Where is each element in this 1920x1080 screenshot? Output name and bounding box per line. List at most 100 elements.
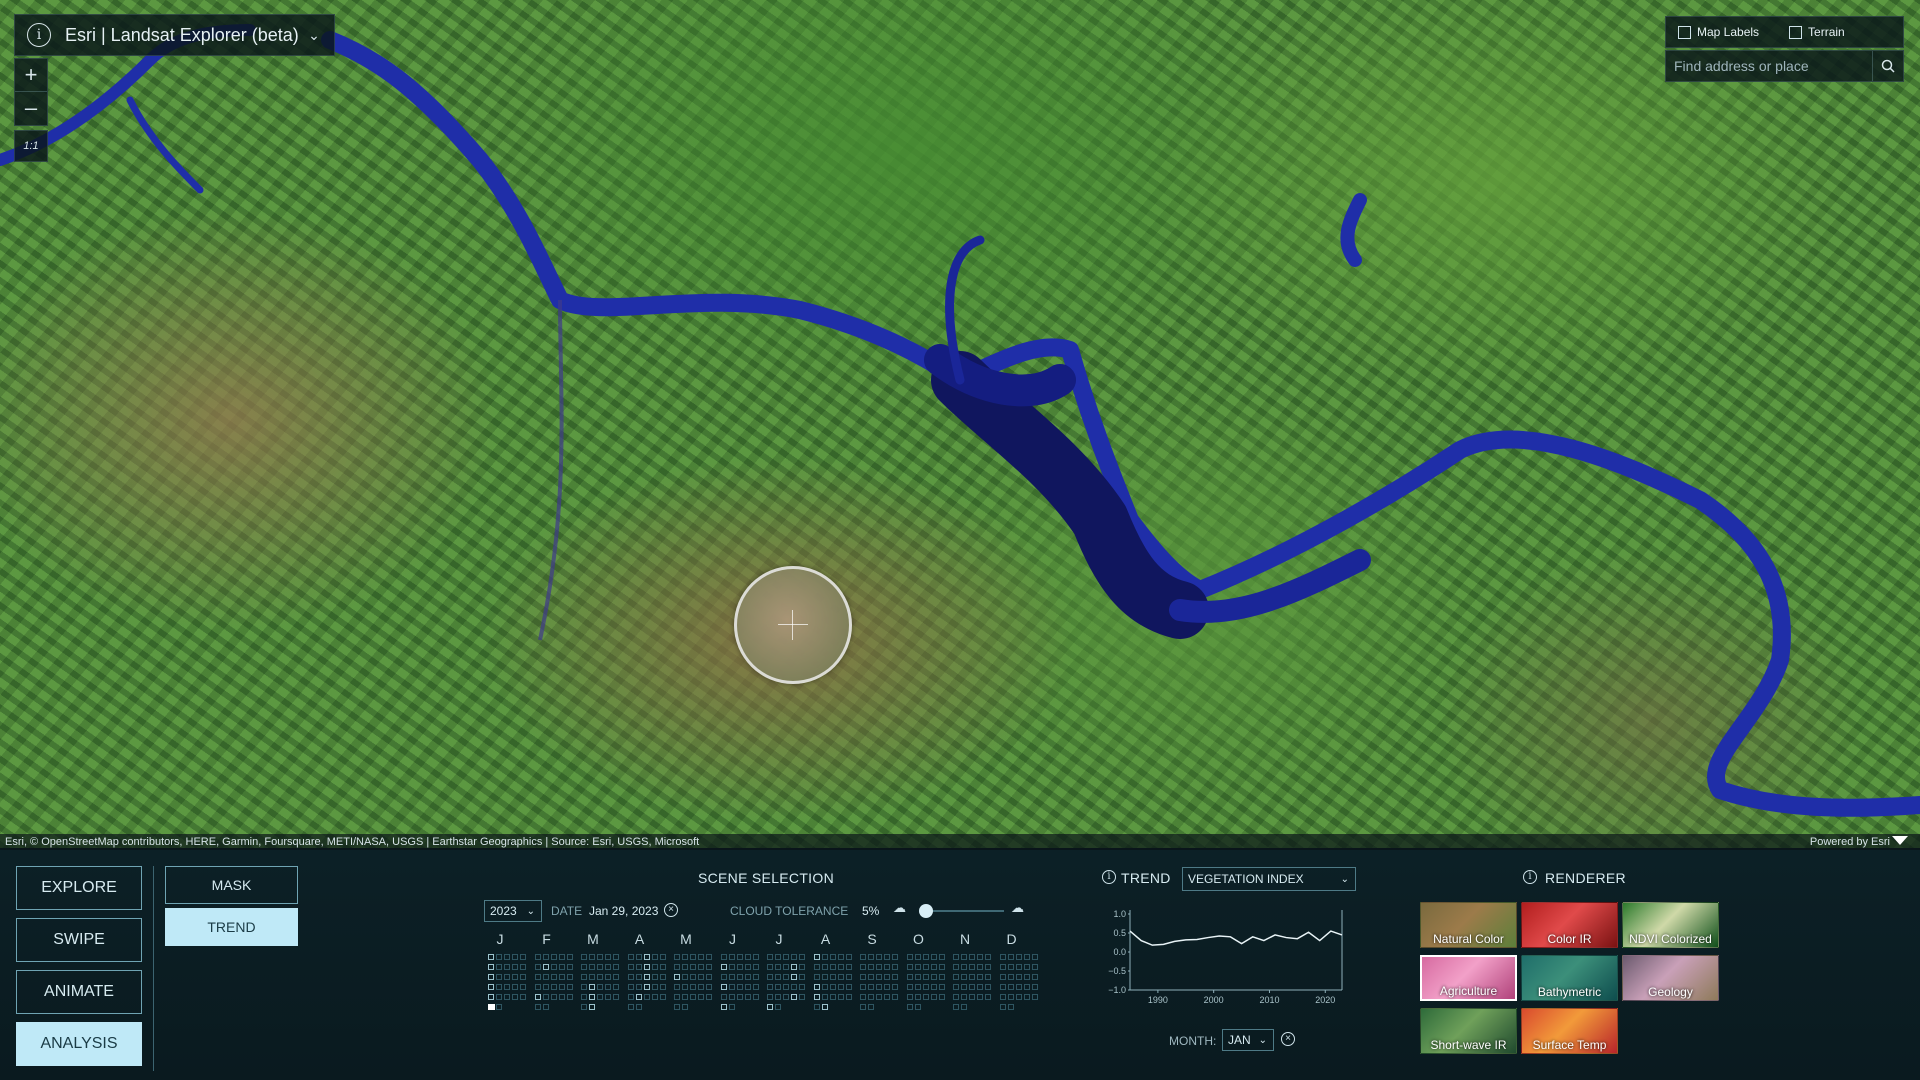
calendar-day-cell[interactable] (488, 954, 494, 960)
calendar-day-cell (534, 954, 541, 960)
cloud-slider-handle[interactable] (919, 904, 933, 918)
calendar-day-cell (659, 964, 666, 970)
calendar-day-cell[interactable] (643, 974, 650, 980)
renderer-thumb-surface-temp[interactable]: Surface Temp (1521, 1008, 1618, 1054)
calendar-day-cell[interactable] (674, 974, 680, 980)
magnifier-lens[interactable] (734, 566, 852, 684)
search-button[interactable] (1872, 51, 1903, 81)
map-view[interactable]: i Esri | Landsat Explorer (beta) ⌄ + – 1… (0, 0, 1920, 848)
calendar-day-cell (581, 964, 587, 970)
calendar-day-cell[interactable] (813, 984, 820, 990)
mask-tool-button[interactable]: MASK (165, 866, 298, 904)
calendar-day-cell[interactable] (534, 994, 541, 1000)
calendar-day-cell (961, 1004, 967, 1010)
search-input[interactable]: Find address or place (1666, 58, 1872, 74)
calendar-day-cell[interactable] (643, 964, 650, 970)
calendar-day-cell[interactable] (720, 1004, 727, 1010)
trend-index-select[interactable]: VEGETATION INDEX ⌄ (1182, 867, 1356, 891)
calendar-day-cell (914, 964, 921, 970)
trend-chart[interactable]: 1.0 0.5 0.0 −0.5 −1.0 1990 2000 2010 2020 (1090, 900, 1350, 1010)
search-icon (1881, 59, 1895, 73)
calendar-day-cell (999, 994, 1006, 1000)
calendar-day-cell (775, 964, 781, 970)
zoom-control: + – (14, 58, 48, 126)
month-label-7: J (775, 931, 783, 947)
cloud-tolerance-slider[interactable] (926, 910, 1004, 912)
calendar-day-cell[interactable] (720, 984, 727, 990)
renderer-thumb-short-wave-ir[interactable]: Short-wave IR (1420, 1008, 1517, 1054)
calendar-day-cell[interactable] (643, 954, 650, 960)
calendar-day-cell (953, 954, 959, 960)
calendar-day-cell (938, 984, 945, 990)
zoom-in-button[interactable]: + (15, 59, 47, 91)
calendar-day-cell (791, 984, 797, 990)
renderer-thumb-ndvi-colorized[interactable]: NDVI Colorized (1622, 902, 1719, 948)
calendar-day-cell (520, 984, 526, 990)
month-select[interactable]: JAN ⌄ (1222, 1029, 1274, 1051)
calendar-day-cell[interactable] (791, 964, 797, 970)
calendar-day-cell (876, 964, 882, 970)
animate-mode-button[interactable]: ANIMATE (16, 970, 142, 1014)
calendar-day-cell[interactable] (643, 984, 650, 990)
calendar-day-cell (581, 974, 587, 980)
renderer-info-icon[interactable]: i (1523, 870, 1537, 884)
calendar-day-cell[interactable] (813, 994, 820, 1000)
calendar-day-cell[interactable] (791, 974, 797, 980)
calendar-day-cell (930, 954, 937, 960)
calendar-day-cell[interactable] (488, 964, 494, 970)
calendar-day-cell (698, 984, 704, 990)
calendar-day-cell[interactable] (813, 954, 820, 960)
clear-date-icon[interactable]: × (664, 903, 678, 917)
calendar-day-cell[interactable] (488, 974, 494, 980)
year-select[interactable]: 2023 ⌄ (484, 900, 542, 922)
month-label-4: A (634, 931, 645, 947)
calendar-day-cell[interactable] (767, 1004, 773, 1010)
calendar-day-cell (868, 984, 874, 990)
map-labels-toggle[interactable]: Map Labels (1666, 25, 1759, 39)
app-title-bar[interactable]: i Esri | Landsat Explorer (beta) ⌄ (14, 14, 335, 56)
calendar-day-cell (860, 974, 866, 980)
calendar-day-cell[interactable] (821, 1004, 828, 1010)
info-icon[interactable]: i (27, 23, 51, 47)
checkbox-icon[interactable] (1789, 25, 1803, 39)
calendar-day-cell (868, 1004, 874, 1010)
calendar-day-cell[interactable] (635, 994, 642, 1000)
chevron-down-icon[interactable]: ⌄ (302, 27, 326, 44)
calendar-day-cell[interactable] (488, 984, 494, 990)
calendar-day-cell (720, 974, 727, 980)
renderer-thumb-agriculture[interactable]: Agriculture (1420, 955, 1517, 1001)
renderer-label: Agriculture (1439, 984, 1498, 998)
explore-mode-button[interactable]: EXPLORE (16, 866, 142, 910)
x-tick-label: 1990 (1148, 995, 1168, 1005)
calendar-day-cell (969, 954, 975, 960)
calendar-day-cell[interactable] (542, 964, 549, 970)
calendar-day-cell[interactable] (589, 994, 595, 1000)
renderer-thumb-color-ir[interactable]: Color IR (1521, 902, 1618, 948)
calendar-day-cell (605, 974, 611, 980)
chevron-down-icon: ⌄ (1258, 1034, 1267, 1046)
calendar-day-cell (845, 994, 852, 1000)
calendar-day-cell (868, 994, 874, 1000)
calendar-day-cell (783, 984, 789, 990)
scale-reset-button[interactable]: 1:1 (14, 130, 48, 162)
calendar-day-cell (550, 964, 557, 970)
analysis-mode-button[interactable]: ANALYSIS (16, 1022, 142, 1066)
calendar-day-cell[interactable] (488, 994, 494, 1000)
calendar-day-cell[interactable] (791, 994, 797, 1000)
zoom-out-button[interactable]: – (15, 92, 47, 124)
terrain-toggle[interactable]: Terrain (1777, 25, 1845, 39)
checkbox-icon[interactable] (1678, 25, 1691, 39)
renderer-thumb-geology[interactable]: Geology (1622, 955, 1719, 1001)
trend-info-icon[interactable]: i (1102, 870, 1116, 884)
calendar-day-cell[interactable] (589, 1004, 595, 1010)
clear-month-icon[interactable]: × (1281, 1032, 1295, 1046)
swipe-mode-button[interactable]: SWIPE (16, 918, 142, 962)
calendar-day-cell (783, 994, 789, 1000)
renderer-thumb-natural-color[interactable]: Natural Color (1420, 902, 1517, 948)
calendar-day-cell (876, 984, 882, 990)
calendar-day-cell[interactable] (589, 984, 595, 990)
trend-tool-button[interactable]: TREND (165, 908, 298, 946)
calendar-day-cell[interactable] (720, 964, 727, 970)
collapse-panel-icon[interactable] (1892, 836, 1908, 845)
renderer-thumb-bathymetric[interactable]: Bathymetric (1521, 955, 1618, 1001)
